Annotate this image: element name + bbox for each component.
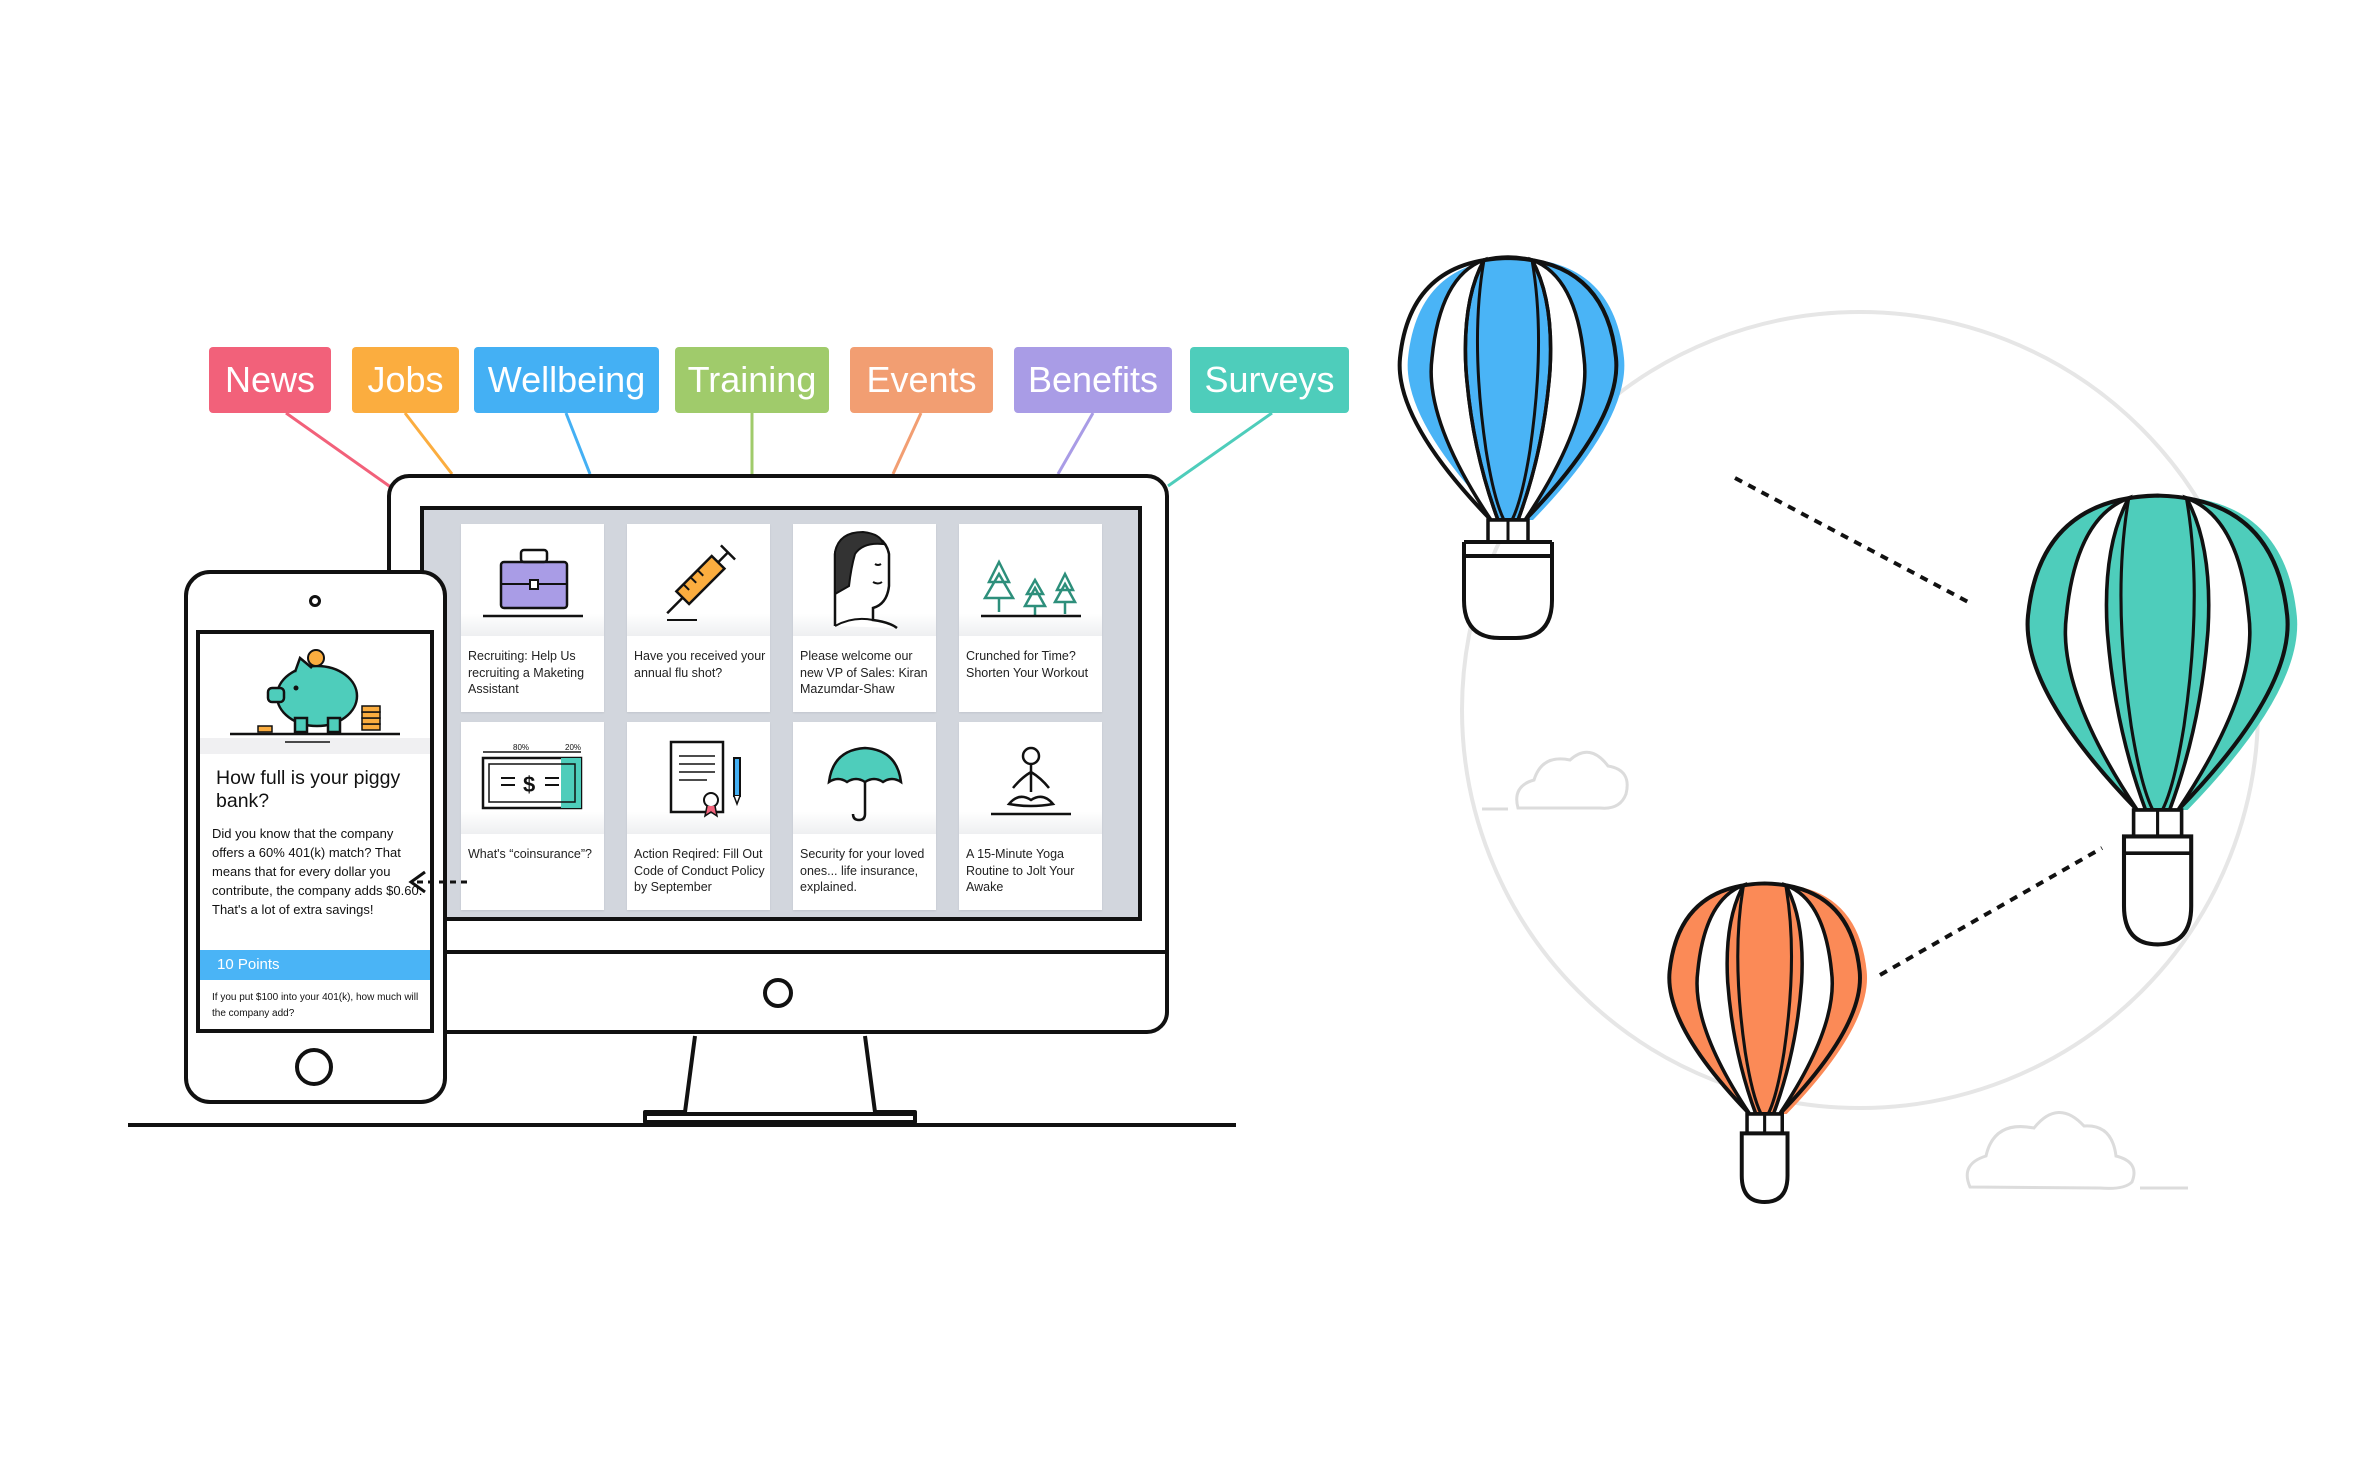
dollar-bill-icon: 80% 20% $ [481,743,583,810]
syringe-icon [666,544,736,621]
tag-surveys[interactable]: Surveys [1190,347,1349,413]
bill-right-percent: 20% [565,743,581,752]
piggy-bank-icon [200,634,430,754]
tag-benefits[interactable]: Benefits [1014,347,1172,413]
phone-card-body: Did you know that the company offers a 6… [212,826,423,917]
phone-home-button[interactable] [295,1048,333,1086]
orange-balloon [1667,881,1868,1204]
sync-arrow-icon [408,870,471,894]
card-text: A 15-Minute Yoga Routine to Jolt Your Aw… [966,847,1075,894]
card-text: Action Reqired: Fill Out Code of Conduct… [634,847,765,894]
balloons-illustration [1397,255,2298,1204]
card-workout[interactable]: Crunched for Time? Shorten Your Workout [959,524,1102,712]
monitor-power-button[interactable] [763,978,793,1008]
cloud-icon [1515,750,1629,810]
card-text: Recruiting: Help Us recruiting a Maketin… [468,649,585,696]
card-text: Have you received your annual flu shot? [634,649,766,680]
cloud-icon [1965,1111,2136,1190]
card-recruiting[interactable]: Recruiting: Help Us recruiting a Maketin… [461,524,604,712]
card-life-insurance[interactable]: Security for your loved ones... life ins… [793,722,936,910]
points-badge[interactable]: 10 Points [200,950,430,980]
teal-balloon [2025,493,2298,947]
bill-left-percent: 80% [513,743,529,752]
card-text: Security for your loved ones... life ins… [800,847,925,894]
phone-camera [309,595,321,607]
svg-text:$: $ [523,772,535,797]
phone-quiz-question: If you put $100 into your 401(k), how mu… [212,992,419,1019]
tag-training[interactable]: Training [675,347,829,413]
desk-line [128,1123,1236,1127]
certificate-document-icon [669,740,741,818]
briefcase-icon [483,548,583,618]
tag-news[interactable]: News [209,347,331,413]
tag-jobs[interactable]: Jobs [352,347,459,413]
phone-card-title: How full is your piggy bank? [216,767,401,812]
monitor-chin-divider [391,950,1165,954]
card-yoga[interactable]: A 15-Minute Yoga Routine to Jolt Your Aw… [959,722,1102,910]
tag-wellbeing[interactable]: Wellbeing [474,347,659,413]
monitor-stand [643,1035,917,1124]
blue-balloon [1397,255,1625,640]
card-code-of-conduct[interactable]: Action Reqired: Fill Out Code of Conduct… [627,722,770,910]
umbrella-icon [827,746,903,822]
phone-screen: How full is your piggy bank? Did you kno… [196,630,434,1033]
monitor-screen: Recruiting: Help Us recruiting a Maketin… [420,506,1142,921]
trees-icon [981,559,1081,618]
card-coinsurance[interactable]: 80% 20% $ What's “coinsurance”? [461,722,604,910]
tag-events[interactable]: Events [850,347,993,413]
card-new-vp[interactable]: Please welcome our new VP of Sales: Kira… [793,524,936,712]
meditation-icon [991,746,1071,816]
card-text: What's “coinsurance”? [468,847,592,861]
card-text: Crunched for Time? Shorten Your Workout [966,649,1089,680]
person-portrait-icon [833,530,898,630]
card-flu-shot[interactable]: Have you received your annual flu shot? [627,524,770,712]
card-text: Please welcome our new VP of Sales: Kira… [800,649,928,696]
